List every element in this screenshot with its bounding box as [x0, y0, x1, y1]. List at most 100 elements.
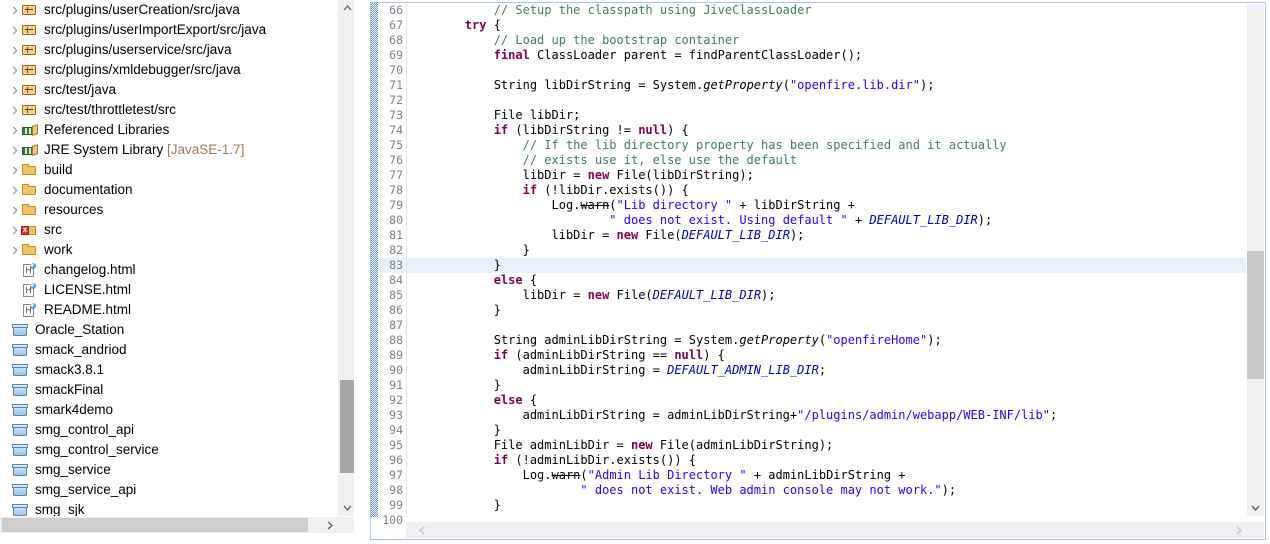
code-line[interactable]: // exists use it, else use the default — [407, 153, 1246, 168]
tree-item[interactable]: changelog.html — [0, 260, 338, 280]
line-number: 88 — [389, 333, 403, 347]
tree-item[interactable]: resources — [0, 200, 338, 220]
tree-item[interactable]: documentation — [0, 180, 338, 200]
code-line[interactable]: libDir = new File(DEFAULT_LIB_DIR); — [407, 228, 1246, 243]
code-line[interactable]: } — [407, 303, 1246, 318]
code-line[interactable]: // Load up the bootstrap container — [407, 33, 1246, 48]
scroll-up-icon[interactable] — [339, 0, 355, 16]
tree-item[interactable]: x src — [0, 220, 338, 240]
code-line[interactable]: try { — [407, 18, 1246, 33]
code-line[interactable]: " does not exist. Using default " + DEFA… — [407, 213, 1246, 228]
code-token: Log. — [407, 468, 552, 482]
code-line[interactable]: } — [407, 378, 1246, 393]
scroll-down-icon[interactable] — [339, 500, 355, 516]
chevron-right-icon[interactable] — [8, 0, 21, 20]
chevron-right-icon[interactable] — [8, 220, 21, 240]
chevron-right-icon[interactable] — [8, 160, 21, 180]
tree-item[interactable]: src/plugins/xmldebugger/src/java — [0, 60, 338, 80]
explorer-vertical-scrollbar[interactable] — [338, 0, 354, 516]
tree-item[interactable]: src/plugins/userImportExport/src/java — [0, 20, 338, 40]
code-text-area[interactable]: // Setup the classpath using JiveClassLo… — [407, 3, 1246, 517]
code-line[interactable]: File libDir; — [407, 108, 1246, 123]
tree-item[interactable]: smg_service_api — [0, 480, 338, 500]
code-line[interactable]: String libDirString = System.getProperty… — [407, 78, 1246, 93]
code-line[interactable]: } — [407, 258, 1246, 273]
tree-item[interactable]: src/test/java — [0, 80, 338, 100]
tree-item[interactable]: README.html — [0, 300, 338, 320]
code-line[interactable]: if (!libDir.exists()) { — [407, 183, 1246, 198]
explorer-scroll-thumb[interactable] — [340, 380, 354, 473]
code-line[interactable] — [407, 318, 1246, 333]
code-line[interactable]: if (adminLibDirString == null) { — [407, 348, 1246, 363]
chevron-right-icon[interactable] — [8, 20, 21, 40]
code-line[interactable]: if (!adminLibDir.exists()) { — [407, 453, 1246, 468]
code-line[interactable]: libDir = new File(libDirString); — [407, 168, 1246, 183]
line-number: 83 — [378, 258, 406, 273]
tree-item[interactable]: work — [0, 240, 338, 260]
chevron-right-icon[interactable] — [8, 180, 21, 200]
code-line[interactable]: String adminLibDirString = System.getPro… — [407, 333, 1246, 348]
tree-item[interactable]: smg_service — [0, 460, 338, 480]
code-token: final — [493, 48, 530, 62]
code-line[interactable]: else { — [407, 273, 1246, 288]
code-line[interactable]: // If the lib directory property has bee… — [407, 138, 1246, 153]
code-line[interactable]: if (libDirString != null) { — [407, 123, 1246, 138]
line-number: 89 — [389, 348, 403, 362]
code-line[interactable]: } — [407, 498, 1246, 513]
tree-item[interactable]: smg_control_service — [0, 440, 338, 460]
editor-horizontal-scrollbar[interactable] — [406, 522, 1247, 538]
tree-item[interactable]: JRE System Library [JavaSE-1.7] — [0, 140, 338, 160]
tree-item[interactable]: smg_sjk — [0, 500, 338, 516]
chevron-right-icon[interactable] — [8, 40, 21, 60]
code-line[interactable]: } — [407, 243, 1246, 258]
code-line[interactable]: File adminLibDir = new File(adminLibDirS… — [407, 438, 1246, 453]
tree-item[interactable]: smark4demo — [0, 400, 338, 420]
explorer-hscroll-thumb[interactable] — [2, 518, 308, 532]
chevron-right-icon[interactable] — [8, 240, 21, 260]
code-line[interactable]: " does not exist. Web admin console may … — [407, 483, 1246, 498]
editor-vertical-scrollbar[interactable] — [1247, 4, 1264, 516]
code-line[interactable]: final ClassLoader parent = findParentCla… — [407, 48, 1246, 63]
code-line[interactable]: libDir = new File(DEFAULT_LIB_DIR); — [407, 288, 1246, 303]
code-line[interactable] — [407, 513, 1246, 517]
source-editor[interactable]: 66 67 68 69 70 71 72 73 74 75 76 77 78 79 80 81 82 83 84 85… — [370, 2, 1266, 540]
editor-scroll-down-icon[interactable] — [1247, 500, 1264, 516]
code-token: "Admin Lib Directory " — [587, 468, 747, 482]
code-line[interactable]: else { — [407, 393, 1246, 408]
explorer-horizontal-scrollbar[interactable] — [0, 517, 338, 533]
tree-item[interactable]: Oracle_Station — [0, 320, 338, 340]
line-number: 85 — [389, 288, 403, 302]
editor-scroll-left-icon[interactable] — [414, 522, 430, 538]
scroll-right-icon[interactable] — [322, 517, 338, 533]
editor-scroll-corner — [1247, 522, 1264, 538]
editor-scroll-right-icon[interactable] — [1231, 522, 1247, 538]
tree-item[interactable]: smack3.8.1 — [0, 360, 338, 380]
code-line[interactable]: } — [407, 423, 1246, 438]
tree-item[interactable]: Referenced Libraries — [0, 120, 338, 140]
tree-item[interactable]: smack_andriod — [0, 340, 338, 360]
code-line[interactable]: Log.warn("Admin Lib Directory " + adminL… — [407, 468, 1246, 483]
code-line[interactable]: Log.warn("Lib directory " + libDirString… — [407, 198, 1246, 213]
tree-item[interactable]: src/test/throttletest/src — [0, 100, 338, 120]
project-tree[interactable]: src/plugins/userCreation/src/java src/plu… — [0, 0, 338, 516]
chevron-right-icon[interactable] — [8, 80, 21, 100]
code-line[interactable] — [407, 93, 1246, 108]
editor-scroll-thumb[interactable] — [1247, 251, 1264, 379]
tree-item[interactable]: src/plugins/userservice/src/java — [0, 40, 338, 60]
chevron-right-icon[interactable] — [8, 200, 21, 220]
tree-item[interactable]: smg_control_api — [0, 420, 338, 440]
chevron-right-icon[interactable] — [8, 120, 21, 140]
chevron-right-icon[interactable] — [8, 140, 21, 160]
code-line[interactable]: // Setup the classpath using JiveClassLo… — [407, 3, 1246, 18]
code-line[interactable]: adminLibDirString = DEFAULT_ADMIN_LIB_DI… — [407, 363, 1246, 378]
tree-item[interactable]: LICENSE.html — [0, 280, 338, 300]
tree-item[interactable]: smackFinal — [0, 380, 338, 400]
code-token: (adminLibDirString == — [508, 348, 675, 362]
tree-item[interactable]: build — [0, 160, 338, 180]
chevron-right-icon[interactable] — [8, 60, 21, 80]
tree-item[interactable]: src/plugins/userCreation/src/java — [0, 0, 338, 20]
code-line[interactable]: adminLibDirString = adminLibDirString+"/… — [407, 408, 1246, 423]
code-line[interactable] — [407, 63, 1246, 78]
chevron-right-icon[interactable] — [8, 100, 21, 120]
